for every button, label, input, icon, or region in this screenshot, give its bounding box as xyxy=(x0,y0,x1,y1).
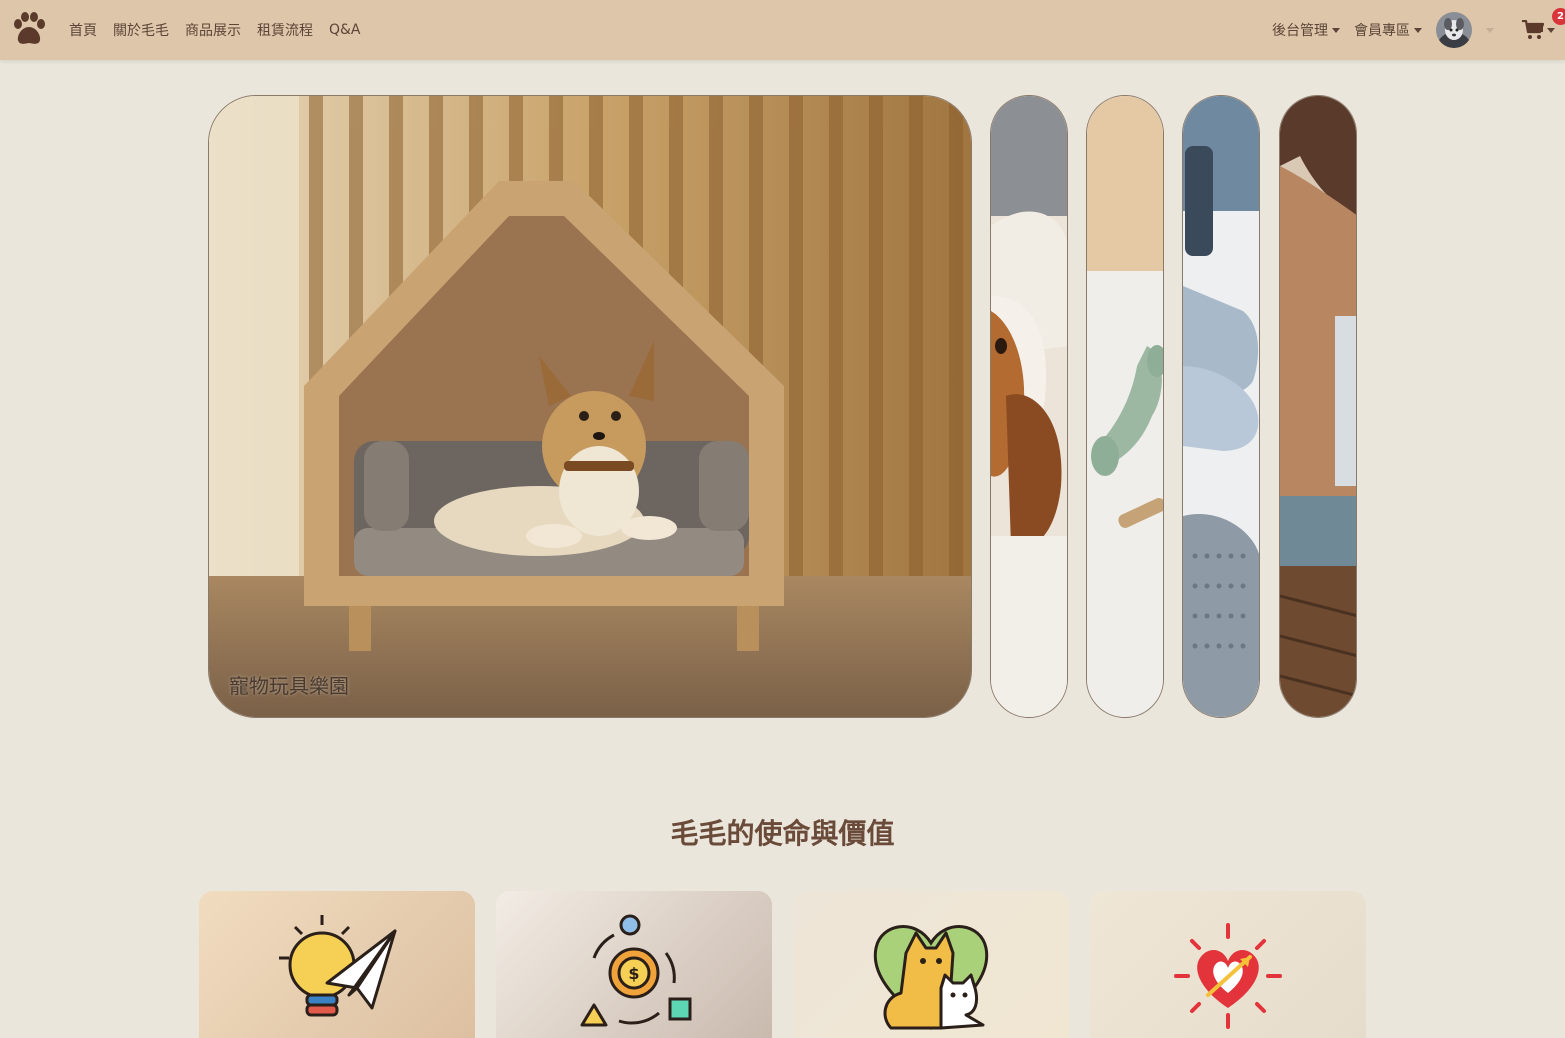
pet-owner-image xyxy=(1280,96,1356,717)
carousel-slide-owner[interactable] xyxy=(1279,95,1357,718)
cart-icon xyxy=(1522,20,1544,39)
gear-cycle-icon: $ xyxy=(580,914,692,1027)
admin-dropdown-label: 後台管理 xyxy=(1272,23,1328,39)
chew-toy-image xyxy=(1087,96,1163,717)
nav-link-products[interactable]: 商品展示 xyxy=(185,20,241,40)
cart-count-badge: 2 xyxy=(1552,8,1565,25)
mission-section-title: 毛毛的使命與價值 xyxy=(670,817,895,850)
paw-icon[interactable] xyxy=(10,11,48,47)
nav-right: 後台管理 會員專區 2 xyxy=(1272,0,1565,60)
carousel-slide-chew-toy[interactable] xyxy=(1086,95,1164,718)
nav-link-rental-process[interactable]: 租賃流程 xyxy=(257,20,313,40)
nav-link-home[interactable]: 首頁 xyxy=(69,20,97,40)
chevron-down-icon xyxy=(1547,27,1555,33)
avatar[interactable] xyxy=(1436,12,1472,48)
dog-house-image xyxy=(209,96,971,717)
admin-dropdown[interactable]: 後台管理 xyxy=(1272,20,1340,40)
dog-cat-heart-icon xyxy=(873,925,989,1030)
chevron-down-icon[interactable] xyxy=(1486,27,1494,33)
lightbulb-paper-plane-icon xyxy=(279,915,397,1017)
carousel-slide-grooming[interactable] xyxy=(1182,95,1260,718)
member-dropdown[interactable]: 會員專區 xyxy=(1354,20,1422,40)
nav-link-about[interactable]: 關於毛毛 xyxy=(113,20,169,40)
mission-card-1[interactable] xyxy=(199,891,475,1038)
nav-link-qa[interactable]: Q&A xyxy=(329,22,361,38)
cart-button[interactable]: 2 xyxy=(1522,8,1565,40)
svg-text:$: $ xyxy=(628,964,639,983)
carousel-caption: 寵物玩具樂園 xyxy=(229,674,349,698)
mission-card-2[interactable]: $ xyxy=(496,891,772,1038)
chevron-down-icon xyxy=(1332,27,1340,33)
mission-card-3[interactable] xyxy=(793,891,1069,1038)
member-dropdown-label: 會員專區 xyxy=(1354,23,1410,39)
carousel-slide-beagle[interactable] xyxy=(990,95,1068,718)
top-navbar: 首頁 關於毛毛 商品展示 租賃流程 Q&A 後台管理 會員專區 2 xyxy=(0,0,1565,60)
mission-card-4[interactable] xyxy=(1090,891,1366,1038)
chevron-down-icon xyxy=(1414,27,1422,33)
beagle-image xyxy=(991,96,1067,717)
grooming-tools-image xyxy=(1183,96,1259,717)
heart-arrow-icon xyxy=(1174,923,1282,1029)
carousel-slide-active[interactable]: 寵物玩具樂園 xyxy=(208,95,972,718)
nav-links: 首頁 關於毛毛 商品展示 租賃流程 Q&A xyxy=(69,0,361,60)
